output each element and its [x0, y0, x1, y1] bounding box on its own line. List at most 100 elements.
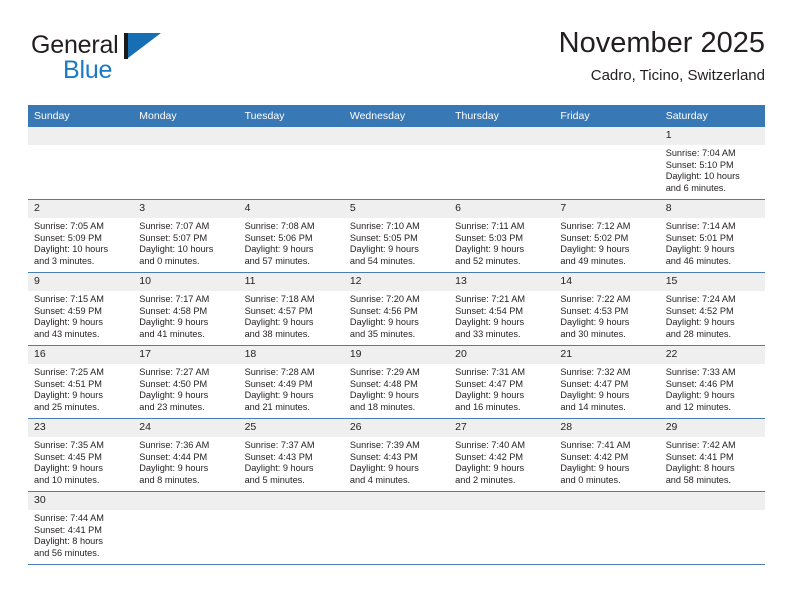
calendar-day-cell[interactable]: 7 Sunrise: 7:12 AM Sunset: 5:02 PM Daylight… [554, 199, 660, 273]
day-detail-lines: Sunrise: 7:12 AM Sunset: 5:02 PM Daylight:… [554, 218, 659, 267]
daylight-text: Daylight: 10 hours [139, 244, 214, 255]
day-cell-content: 6 Sunrise: 7:11 AM Sunset: 5:03 PM Daylight… [449, 200, 555, 272]
calendar-day-cell[interactable]: 26 Sunrise: 7:39 AM Sunset: 4:43 PM Dayligh… [343, 418, 450, 492]
sunset-text: Sunset: 4:46 PM [665, 378, 734, 389]
day-number: 14 [554, 273, 660, 291]
daylight-text: Daylight: 9 hours [139, 390, 209, 401]
calendar-day-cell[interactable]: 22 Sunrise: 7:33 AM Sunset: 4:46 PM Dayligh… [659, 345, 765, 419]
calendar-day-cell[interactable]: 19 Sunrise: 7:29 AM Sunset: 4:48 PM Dayligh… [343, 345, 450, 419]
day-cell-content [554, 127, 660, 199]
weekday-header-monday: Monday [133, 105, 239, 127]
calendar-day-cell[interactable]: 1 Sunrise: 7:04 AM Sunset: 5:10 PM Daylight… [659, 127, 765, 200]
calendar-day-cell[interactable]: 10 Sunrise: 7:17 AM Sunset: 4:58 PM Dayligh… [133, 272, 239, 346]
day-cell-content: 22 Sunrise: 7:33 AM Sunset: 4:46 PM Dayligh… [659, 346, 765, 418]
calendar-day-cell[interactable]: 30 Sunrise: 7:44 AM Sunset: 4:41 PM Dayligh… [28, 491, 134, 565]
day-cell-content: 21 Sunrise: 7:32 AM Sunset: 4:47 PM Dayligh… [554, 346, 660, 418]
calendar-week-row: 2 Sunrise: 7:05 AM Sunset: 5:09 PM Daylight… [28, 199, 765, 273]
calendar-day-cell[interactable]: 13 Sunrise: 7:21 AM Sunset: 4:54 PM Dayligh… [449, 272, 555, 346]
calendar-day-cell[interactable]: 23 Sunrise: 7:35 AM Sunset: 4:45 PM Dayligh… [28, 418, 134, 492]
day-detail-lines: Sunrise: 7:32 AM Sunset: 4:47 PM Daylight:… [554, 364, 659, 413]
sunrise-text: Sunrise: 7:24 AM [665, 294, 736, 304]
calendar-day-cell[interactable]: 21 Sunrise: 7:32 AM Sunset: 4:47 PM Dayligh… [554, 345, 660, 419]
day-detail-lines: Sunrise: 7:05 AM Sunset: 5:09 PM Daylight:… [28, 218, 133, 267]
day-detail-lines: Sunrise: 7:17 AM Sunset: 4:58 PM Daylight:… [133, 291, 238, 340]
day-number: 6 [449, 200, 555, 218]
day-detail-lines [449, 510, 554, 513]
day-number [238, 492, 344, 510]
day-detail-lines [239, 510, 344, 513]
daylight-text: Daylight: 9 hours [349, 244, 419, 255]
day-detail-lines: Sunrise: 7:25 AM Sunset: 4:51 PM Daylight:… [28, 364, 133, 413]
daylight-text: Daylight: 9 hours [665, 390, 735, 401]
daylight-text: Daylight: 9 hours [244, 463, 314, 474]
sunrise-text: Sunrise: 7:28 AM [244, 367, 315, 377]
calendar-day-cell[interactable]: 6 Sunrise: 7:11 AM Sunset: 5:03 PM Daylight… [449, 199, 555, 273]
day-cell-content [238, 127, 344, 199]
day-detail-lines [660, 510, 765, 513]
calendar-day-cell[interactable]: 12 Sunrise: 7:20 AM Sunset: 4:56 PM Dayligh… [343, 272, 450, 346]
day-number: 29 [659, 419, 765, 437]
flag-wing-shape [128, 33, 161, 58]
calendar-week-row: 16 Sunrise: 7:25 AM Sunset: 4:51 PM Dayligh… [28, 345, 765, 419]
day-number [133, 492, 239, 510]
calendar-day-cell[interactable]: 5 Sunrise: 7:10 AM Sunset: 5:05 PM Daylight… [343, 199, 450, 273]
weekday-header-sunday: Sunday [28, 105, 134, 127]
daylight-text: and 3 minutes. [34, 255, 95, 266]
sunset-text: Sunset: 4:59 PM [34, 305, 102, 316]
sunrise-text: Sunrise: 7:04 AM [665, 148, 736, 158]
calendar-day-cell[interactable]: 20 Sunrise: 7:31 AM Sunset: 4:47 PM Dayligh… [449, 345, 555, 419]
calendar-day-cell[interactable]: 25 Sunrise: 7:37 AM Sunset: 4:43 PM Dayligh… [238, 418, 344, 492]
sunset-text: Sunset: 4:42 PM [455, 451, 524, 462]
sunset-text: Sunset: 4:48 PM [349, 378, 418, 389]
daylight-text: Daylight: 9 hours [455, 390, 525, 401]
day-cell-content: 7 Sunrise: 7:12 AM Sunset: 5:02 PM Daylight… [554, 200, 660, 272]
sunset-text: Sunset: 4:43 PM [244, 451, 313, 462]
calendar-day-cell[interactable]: 16 Sunrise: 7:25 AM Sunset: 4:51 PM Dayligh… [28, 345, 134, 419]
calendar-day-cell[interactable]: 27 Sunrise: 7:40 AM Sunset: 4:42 PM Dayligh… [449, 418, 555, 492]
daylight-text: and 5 minutes. [244, 474, 305, 485]
day-detail-lines: Sunrise: 7:22 AM Sunset: 4:53 PM Daylight:… [554, 291, 659, 340]
title-block: November 2025 Cadro, Ticino, Switzerland [559, 26, 765, 87]
day-cell-content: 20 Sunrise: 7:31 AM Sunset: 4:47 PM Dayligh… [449, 346, 555, 418]
daylight-text: Daylight: 9 hours [349, 463, 419, 474]
daylight-text: Daylight: 9 hours [244, 244, 314, 255]
calendar-day-cell[interactable]: 29 Sunrise: 7:42 AM Sunset: 4:41 PM Dayligh… [659, 418, 765, 492]
calendar-day-cell[interactable]: 15 Sunrise: 7:24 AM Sunset: 4:52 PM Dayligh… [659, 272, 765, 346]
day-number: 18 [238, 346, 344, 364]
calendar-day-cell[interactable]: 2 Sunrise: 7:05 AM Sunset: 5:09 PM Daylight… [28, 199, 134, 273]
day-detail-lines [449, 145, 554, 148]
calendar-day-cell[interactable]: 3 Sunrise: 7:07 AM Sunset: 5:07 PM Daylight… [133, 199, 239, 273]
calendar-week-row: 30 Sunrise: 7:44 AM Sunset: 4:41 PM Dayligh… [28, 491, 765, 565]
calendar-day-cell[interactable]: 17 Sunrise: 7:27 AM Sunset: 4:50 PM Dayligh… [133, 345, 239, 419]
calendar-day-cell[interactable]: 18 Sunrise: 7:28 AM Sunset: 4:49 PM Dayligh… [238, 345, 344, 419]
day-cell-content [449, 127, 555, 199]
daylight-text: and 21 minutes. [244, 401, 310, 412]
sunset-text: Sunset: 5:02 PM [560, 232, 629, 243]
daylight-text: and 14 minutes. [560, 401, 626, 412]
daylight-text: and 18 minutes. [349, 401, 416, 412]
day-cell-content: 4 Sunrise: 7:08 AM Sunset: 5:06 PM Daylight… [238, 200, 344, 272]
day-detail-lines: Sunrise: 7:15 AM Sunset: 4:59 PM Daylight:… [28, 291, 133, 340]
logo-text-blue: Blue [63, 56, 113, 84]
calendar-day-cell[interactable]: 9 Sunrise: 7:15 AM Sunset: 4:59 PM Daylight… [28, 272, 134, 346]
calendar-day-cell [238, 127, 344, 200]
calendar-day-cell[interactable]: 28 Sunrise: 7:41 AM Sunset: 4:42 PM Dayligh… [554, 418, 660, 492]
day-detail-lines: Sunrise: 7:29 AM Sunset: 4:48 PM Daylight:… [344, 364, 449, 413]
calendar-day-cell[interactable]: 24 Sunrise: 7:36 AM Sunset: 4:44 PM Dayligh… [133, 418, 239, 492]
calendar-day-cell[interactable]: 4 Sunrise: 7:08 AM Sunset: 5:06 PM Daylight… [238, 199, 344, 273]
daylight-text: and 58 minutes. [665, 474, 732, 485]
general-blue-logo[interactable]: General Blue [31, 31, 261, 93]
day-detail-lines [133, 145, 238, 148]
calendar-day-cell[interactable]: 14 Sunrise: 7:22 AM Sunset: 4:53 PM Dayligh… [554, 272, 660, 346]
sunset-text: Sunset: 4:53 PM [560, 305, 629, 316]
sunrise-text: Sunrise: 7:41 AM [560, 440, 631, 450]
sunrise-text: Sunrise: 7:17 AM [139, 294, 210, 304]
sunrise-text: Sunrise: 7:39 AM [349, 440, 420, 450]
day-number [343, 492, 450, 510]
day-cell-content: 11 Sunrise: 7:18 AM Sunset: 4:57 PM Dayligh… [238, 273, 344, 345]
daylight-text: Daylight: 8 hours [665, 463, 735, 474]
calendar-day-cell[interactable]: 8 Sunrise: 7:14 AM Sunset: 5:01 PM Daylight… [659, 199, 765, 273]
sunrise-text: Sunrise: 7:29 AM [349, 367, 420, 377]
calendar-day-cell[interactable]: 11 Sunrise: 7:18 AM Sunset: 4:57 PM Dayligh… [238, 272, 344, 346]
day-number: 20 [449, 346, 555, 364]
